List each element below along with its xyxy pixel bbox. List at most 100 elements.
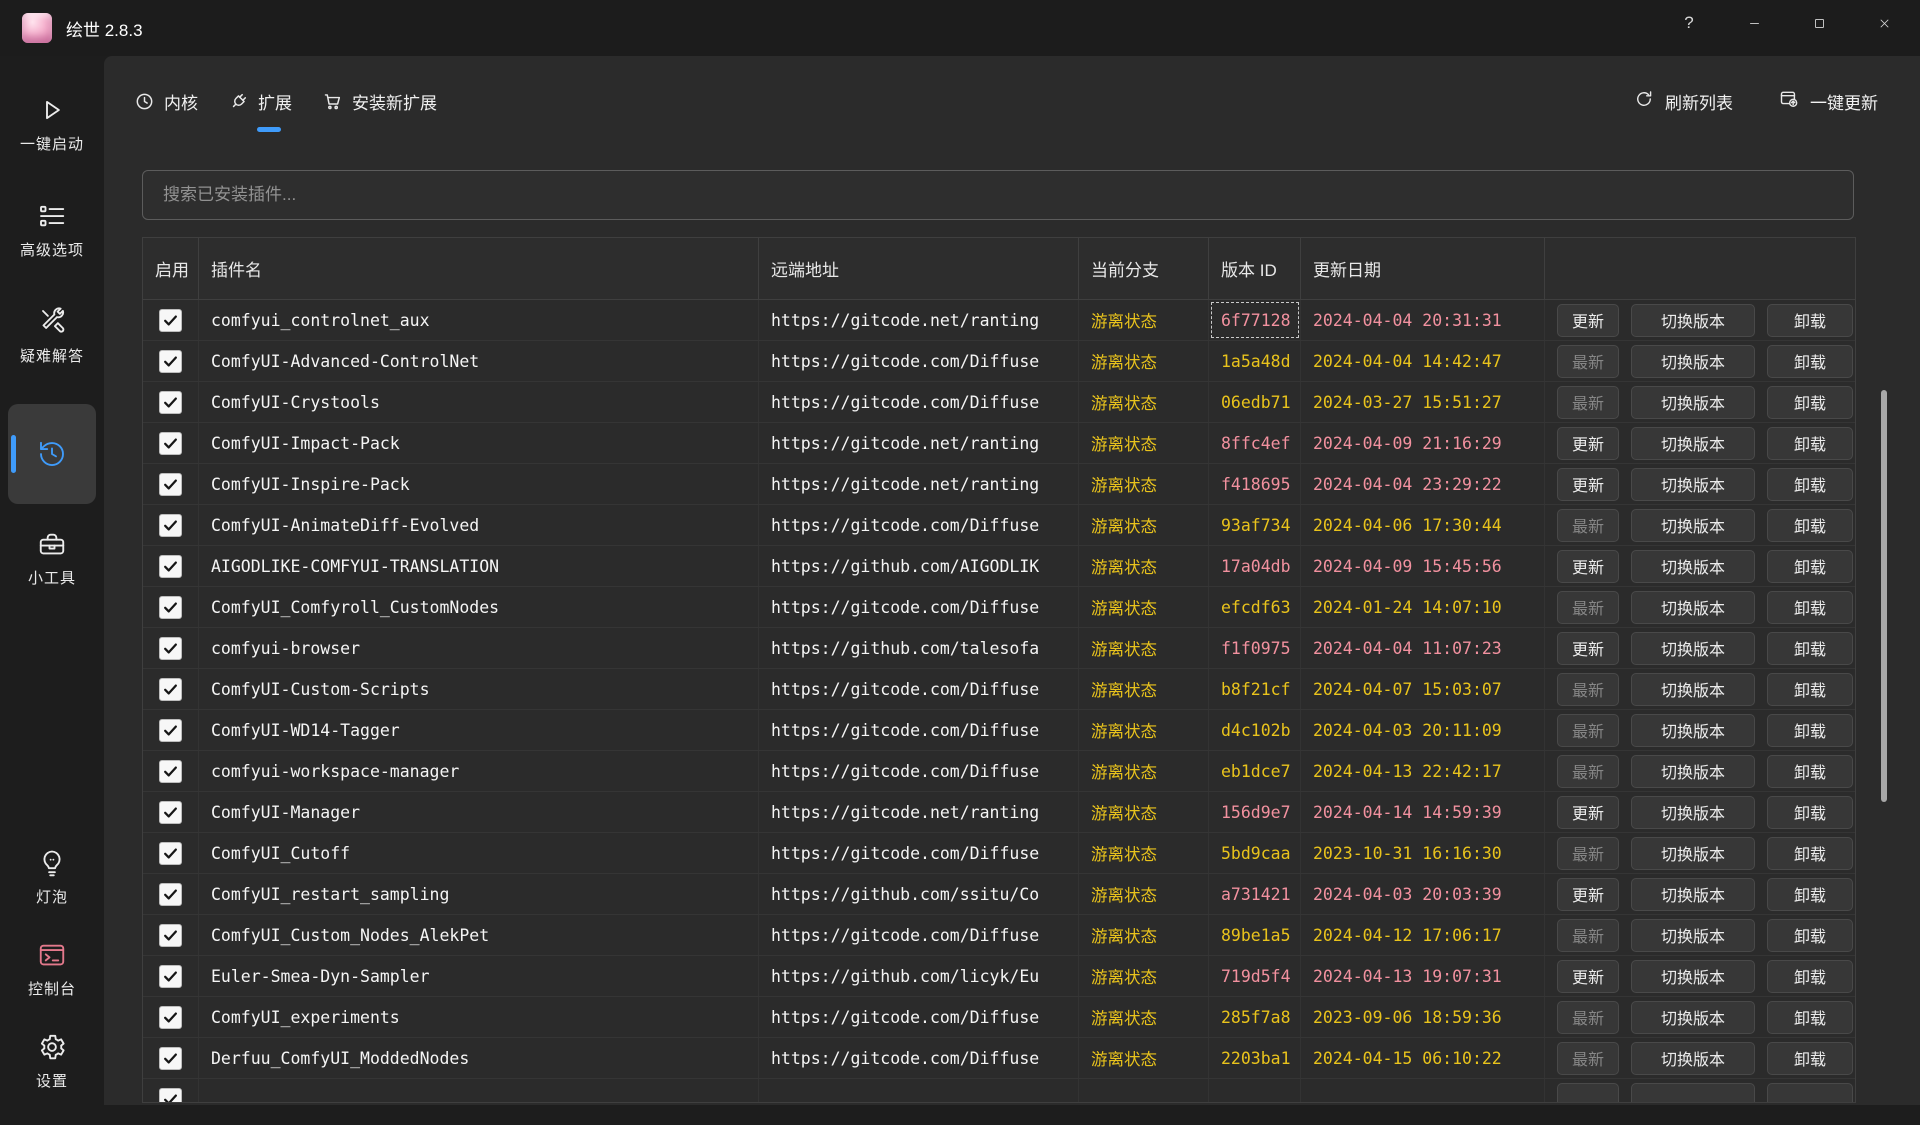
tab-extensions[interactable]: 扩展 [226, 83, 294, 120]
switch-version-button[interactable]: 切换版本 [1631, 755, 1755, 788]
latest-button[interactable]: 最新 [1557, 345, 1619, 378]
enable-checkbox[interactable] [143, 710, 199, 750]
update-button[interactable]: 更新 [1557, 878, 1619, 911]
latest-button[interactable]: 最新 [1557, 673, 1619, 706]
latest-button[interactable]: 最新 [1557, 591, 1619, 624]
uninstall-button[interactable]: 卸载 [1767, 796, 1853, 829]
update-button[interactable]: 更新 [1557, 304, 1619, 337]
latest-button[interactable]: 最新 [1557, 386, 1619, 419]
latest-button[interactable]: 最新 [1557, 1042, 1619, 1075]
switch-version-button[interactable]: 切换版本 [1631, 509, 1755, 542]
switch-version-button[interactable]: 切换版本 [1631, 960, 1755, 993]
enable-checkbox[interactable] [143, 956, 199, 996]
latest-button[interactable] [1557, 1083, 1619, 1104]
uninstall-button[interactable]: 卸载 [1767, 673, 1853, 706]
enable-checkbox[interactable] [143, 341, 199, 381]
sidebar-item-small-tools[interactable]: 小工具 [0, 520, 104, 596]
uninstall-button[interactable]: 卸载 [1767, 468, 1853, 501]
sidebar-item-troubleshoot[interactable]: 疑难解答 [0, 298, 104, 374]
enable-checkbox[interactable] [143, 1079, 199, 1103]
uninstall-button[interactable]: 卸载 [1767, 591, 1853, 624]
latest-button[interactable]: 最新 [1557, 837, 1619, 870]
switch-version-button[interactable]: 切换版本 [1631, 919, 1755, 952]
uninstall-button[interactable]: 卸载 [1767, 345, 1853, 378]
switch-version-button[interactable]: 切换版本 [1631, 632, 1755, 665]
uninstall-button[interactable]: 卸载 [1767, 550, 1853, 583]
switch-version-button[interactable]: 切换版本 [1631, 837, 1755, 870]
tab-kernel[interactable]: 内核 [132, 83, 200, 120]
enable-checkbox[interactable] [143, 751, 199, 791]
tab-install-new[interactable]: 安装新扩展 [320, 83, 439, 120]
sidebar-item-launch[interactable]: 一键启动 [0, 86, 104, 162]
enable-checkbox[interactable] [143, 300, 199, 340]
update-button[interactable]: 更新 [1557, 427, 1619, 460]
update-button[interactable]: 更新 [1557, 550, 1619, 583]
latest-button[interactable]: 最新 [1557, 1001, 1619, 1034]
update-button[interactable]: 更新 [1557, 960, 1619, 993]
switch-version-button[interactable]: 切换版本 [1631, 673, 1755, 706]
uninstall-button[interactable]: 卸载 [1767, 919, 1853, 952]
minimize-button[interactable] [1725, 0, 1783, 46]
switch-version-button[interactable]: 切换版本 [1631, 796, 1755, 829]
vertical-scrollbar[interactable] [1881, 390, 1887, 802]
uninstall-button[interactable] [1767, 1083, 1853, 1104]
latest-button[interactable]: 最新 [1557, 919, 1619, 952]
switch-version-button[interactable]: 切换版本 [1631, 714, 1755, 747]
uninstall-button[interactable]: 卸载 [1767, 878, 1853, 911]
enable-checkbox[interactable] [143, 792, 199, 832]
uninstall-button[interactable]: 卸载 [1767, 755, 1853, 788]
uninstall-button[interactable]: 卸载 [1767, 837, 1853, 870]
enable-checkbox[interactable] [143, 628, 199, 668]
enable-checkbox[interactable] [143, 915, 199, 955]
enable-checkbox[interactable] [143, 382, 199, 422]
enable-checkbox[interactable] [143, 669, 199, 709]
switch-version-button[interactable]: 切换版本 [1631, 304, 1755, 337]
update-button[interactable]: 更新 [1557, 468, 1619, 501]
switch-version-button[interactable]: 切换版本 [1631, 591, 1755, 624]
latest-button[interactable]: 最新 [1557, 714, 1619, 747]
switch-version-button[interactable]: 切换版本 [1631, 386, 1755, 419]
enable-checkbox[interactable] [143, 874, 199, 914]
sidebar-item-bulb[interactable]: 灯泡 [0, 839, 104, 915]
latest-button[interactable]: 最新 [1557, 509, 1619, 542]
uninstall-button[interactable]: 卸载 [1767, 1042, 1853, 1075]
sidebar-item-advanced[interactable]: 高级选项 [0, 192, 104, 268]
uninstall-button[interactable]: 卸载 [1767, 386, 1853, 419]
sidebar-item-settings[interactable]: 设置 [0, 1023, 104, 1099]
enable-checkbox[interactable] [143, 464, 199, 504]
uninstall-button[interactable]: 卸载 [1767, 1001, 1853, 1034]
enable-checkbox[interactable] [143, 423, 199, 463]
update-button[interactable]: 更新 [1557, 796, 1619, 829]
enable-checkbox[interactable] [143, 997, 199, 1037]
enable-checkbox[interactable] [143, 833, 199, 873]
uninstall-button[interactable]: 卸载 [1767, 304, 1853, 337]
close-button[interactable] [1855, 0, 1913, 46]
uninstall-button[interactable]: 卸载 [1767, 714, 1853, 747]
enable-checkbox[interactable] [143, 546, 199, 586]
switch-version-button[interactable]: 切换版本 [1631, 1042, 1755, 1075]
switch-version-button[interactable]: 切换版本 [1631, 345, 1755, 378]
enable-checkbox[interactable] [143, 505, 199, 545]
switch-version-button[interactable]: 切换版本 [1631, 427, 1755, 460]
update-all-button[interactable]: 一键更新 [1779, 89, 1878, 114]
sidebar-item-version-manage[interactable] [8, 404, 96, 504]
uninstall-button[interactable]: 卸载 [1767, 960, 1853, 993]
switch-version-button[interactable] [1631, 1083, 1755, 1104]
search-input[interactable] [142, 170, 1854, 220]
enable-checkbox[interactable] [143, 587, 199, 627]
uninstall-button[interactable]: 卸载 [1767, 509, 1853, 542]
update-button[interactable]: 更新 [1557, 632, 1619, 665]
maximize-button[interactable] [1790, 0, 1848, 46]
help-button[interactable]: ? [1660, 0, 1718, 46]
latest-button[interactable]: 最新 [1557, 755, 1619, 788]
version-id: eb1dce7 [1209, 751, 1301, 791]
uninstall-button[interactable]: 卸载 [1767, 427, 1853, 460]
enable-checkbox[interactable] [143, 1038, 199, 1078]
sidebar-item-console[interactable]: 控制台 [0, 931, 104, 1007]
refresh-list-button[interactable]: 刷新列表 [1634, 89, 1733, 114]
switch-version-button[interactable]: 切换版本 [1631, 468, 1755, 501]
switch-version-button[interactable]: 切换版本 [1631, 1001, 1755, 1034]
uninstall-button[interactable]: 卸载 [1767, 632, 1853, 665]
switch-version-button[interactable]: 切换版本 [1631, 550, 1755, 583]
switch-version-button[interactable]: 切换版本 [1631, 878, 1755, 911]
